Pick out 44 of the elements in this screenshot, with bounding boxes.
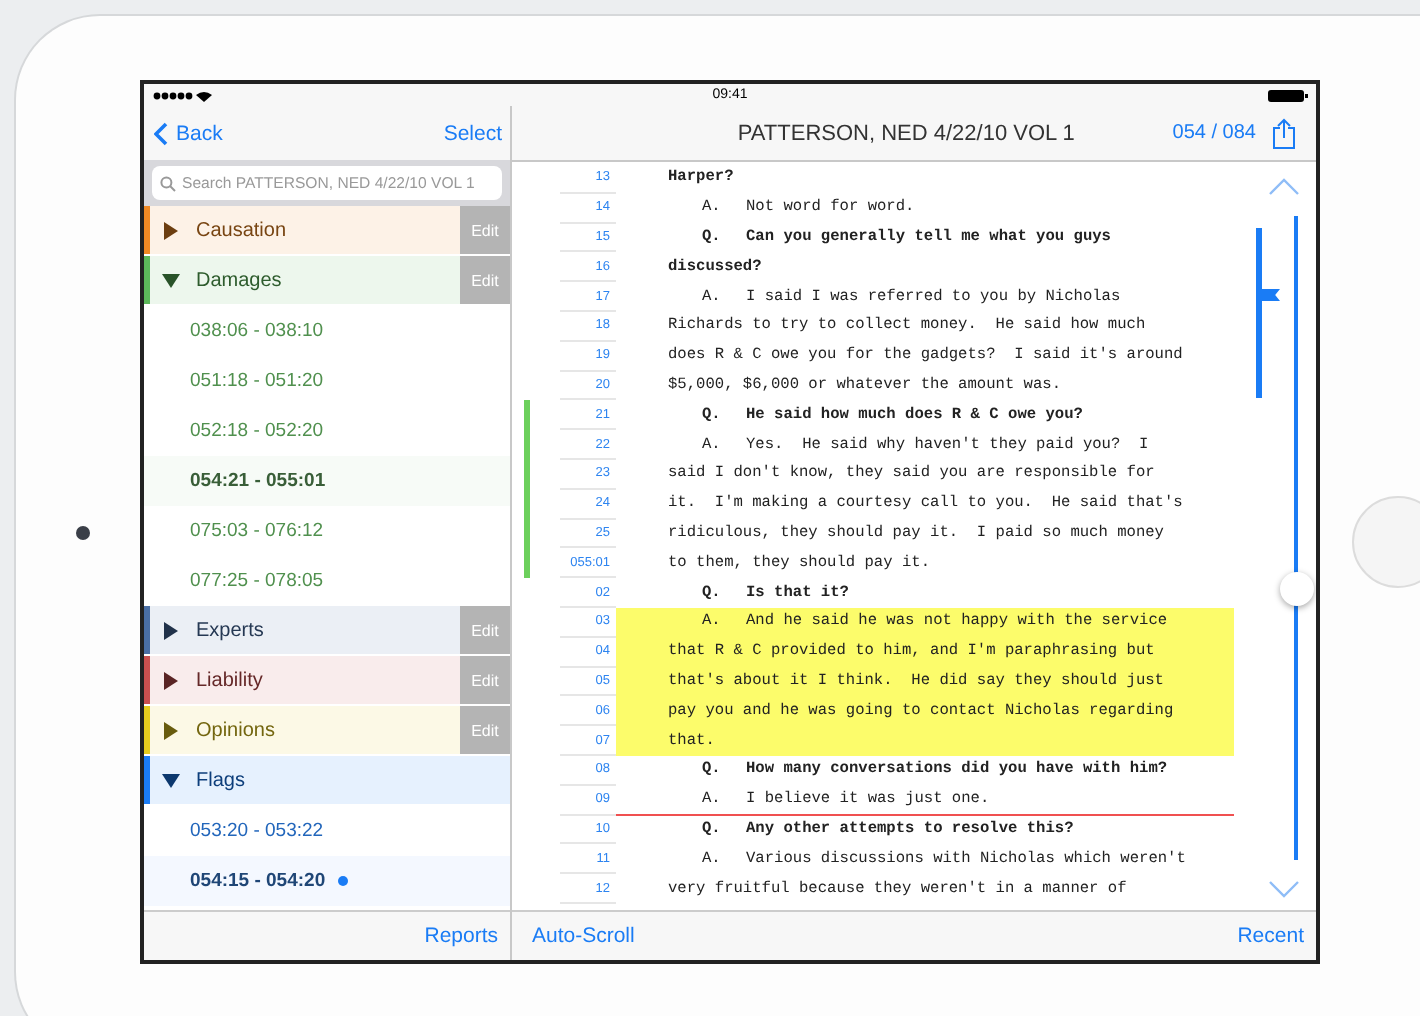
chevron-up-icon[interactable]	[1268, 178, 1300, 196]
category-name: Opinions	[196, 719, 275, 741]
category-name: Causation	[196, 219, 287, 241]
range-item[interactable]: 054:15 - 054:20	[144, 856, 510, 906]
category-name: Flags	[196, 769, 245, 791]
back-button[interactable]: Back	[154, 121, 223, 145]
chevron-left-icon	[154, 121, 168, 145]
edit-button[interactable]: Edit	[460, 606, 510, 654]
category-row[interactable]: Flags	[144, 756, 510, 804]
battery-icon	[1268, 89, 1308, 101]
category-name: Damages	[196, 269, 282, 291]
select-button[interactable]: Select	[443, 121, 502, 145]
range-label: 075:03 - 076:12	[190, 520, 324, 542]
edit-button[interactable]: Edit	[460, 656, 510, 704]
recent-button[interactable]: Recent	[1237, 924, 1304, 948]
range-label: 051:18 - 051:20	[190, 370, 324, 392]
edit-button[interactable]: Edit	[460, 256, 510, 304]
range-label: 054:15 - 054:20	[190, 870, 326, 892]
camera-icon	[76, 526, 90, 540]
range-label: 054:21 - 055:01	[190, 470, 326, 492]
transcript-title: PATTERSON, NED 4/22/10 VOL 1	[735, 121, 1077, 145]
page-counter[interactable]: 054 / 084	[1172, 122, 1256, 144]
reports-button[interactable]: Reports	[424, 924, 498, 948]
range-label: 052:18 - 052:20	[190, 420, 324, 442]
category-row[interactable]: Experts	[144, 606, 460, 654]
range-label: 077:25 - 078:05	[190, 570, 324, 592]
category-row[interactable]: Opinions	[144, 706, 460, 754]
range-label: 038:06 - 038:10	[190, 320, 324, 342]
category-row[interactable]: Damages	[144, 256, 460, 304]
signal-wifi-icon	[152, 89, 212, 101]
scrubber-thumb[interactable]	[1279, 571, 1313, 606]
auto-scroll-button[interactable]: Auto-Scroll	[532, 924, 635, 948]
edit-button[interactable]: Edit	[460, 206, 510, 254]
range-label: 053:20 - 053:22	[190, 820, 324, 842]
category-name: Liability	[196, 669, 263, 691]
home-button[interactable]	[1352, 496, 1420, 588]
category-name: Experts	[196, 619, 264, 641]
search-icon	[160, 175, 176, 191]
category-row[interactable]: Liability	[144, 656, 460, 704]
range-item[interactable]: 054:21 - 055:01	[144, 456, 510, 506]
chevron-down-icon[interactable]	[1268, 880, 1300, 898]
category-row[interactable]: Causation	[144, 206, 460, 254]
share-icon[interactable]	[1272, 117, 1296, 149]
edit-button[interactable]: Edit	[460, 706, 510, 754]
